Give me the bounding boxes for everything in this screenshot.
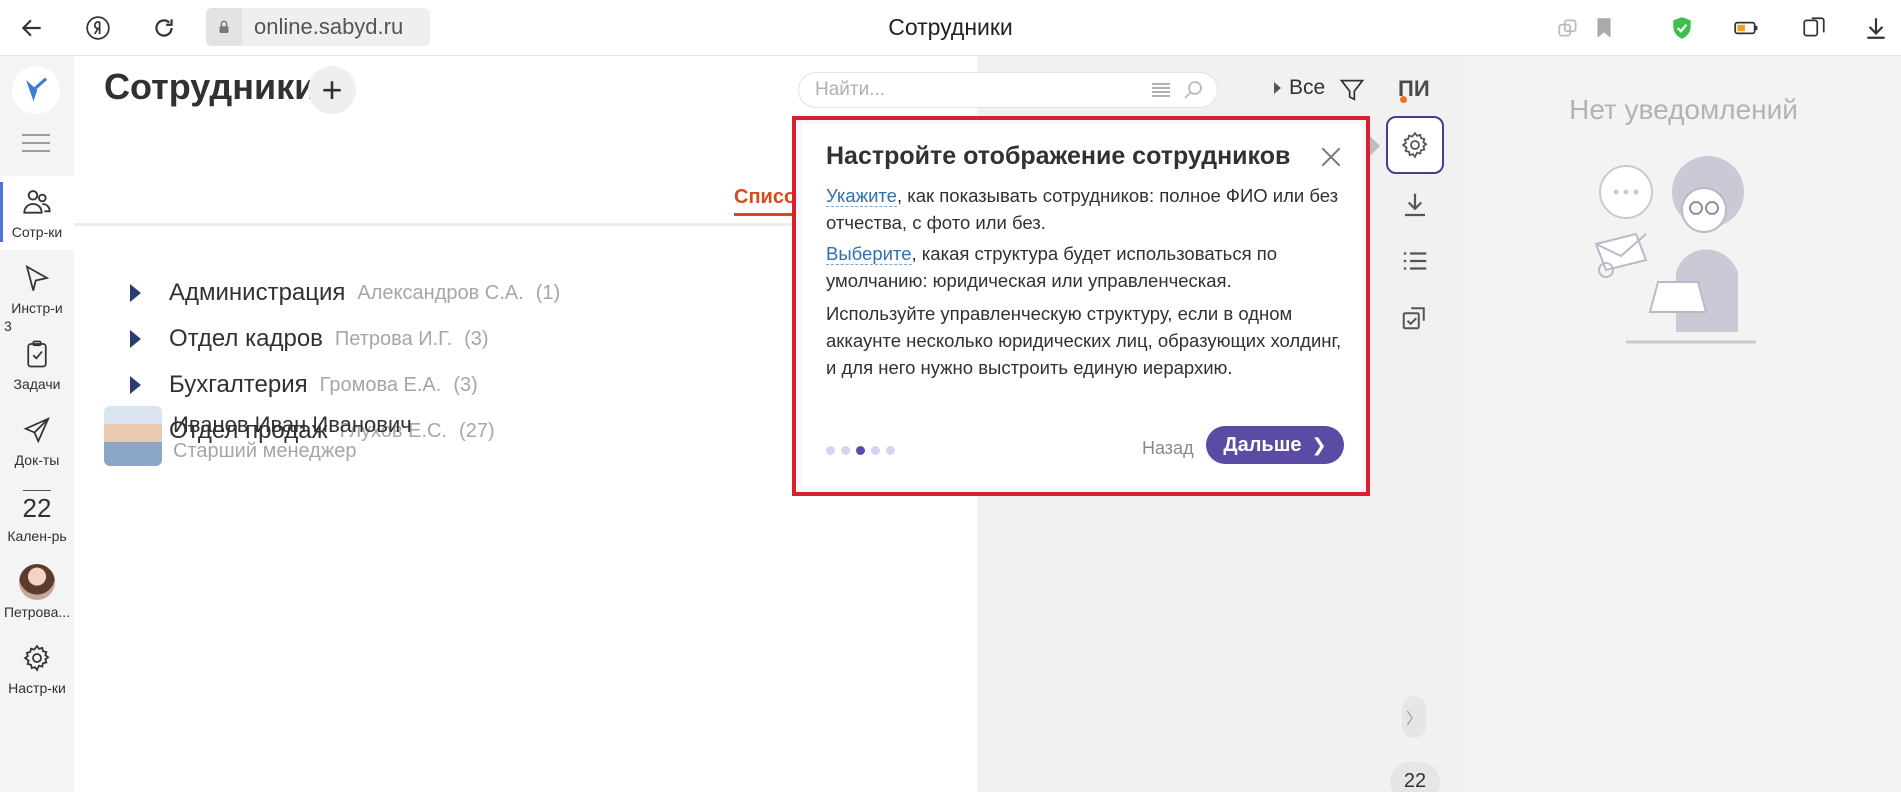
nav-item-documents[interactable]: Док-ты: [0, 404, 74, 478]
shield-icon[interactable]: [1666, 12, 1698, 44]
notifications-panel: Нет уведомлений: [1466, 56, 1901, 792]
link-specify[interactable]: Укажите: [826, 185, 897, 207]
nav-item-tasks[interactable]: Задачи: [0, 328, 74, 402]
search-icon[interactable]: [1177, 78, 1209, 102]
popup-paragraph-2: Выберите, какая структура будет использо…: [826, 243, 1278, 291]
people-icon: [19, 184, 55, 220]
battery-icon[interactable]: [1730, 12, 1762, 44]
caret-right-icon: [1274, 82, 1281, 94]
export-download-button[interactable]: [1386, 176, 1444, 234]
list-view-button[interactable]: [1386, 232, 1444, 290]
checkbox-multi-icon: [1402, 307, 1425, 330]
paper-plane-icon: [19, 412, 55, 448]
employee-photo[interactable]: [104, 406, 162, 466]
step-dot[interactable]: [841, 446, 850, 455]
chevron-right-icon: ❯: [1311, 434, 1327, 455]
page-title: Сотрудники: [104, 66, 317, 107]
filter-icon[interactable]: [1338, 76, 1366, 104]
step-dot[interactable]: [826, 446, 835, 455]
tools-icon: [19, 260, 55, 296]
department-row[interactable]: Отдел кадров Петрова И.Г. (3): [130, 324, 489, 354]
popup-title: Настройте отображение сотрудников: [826, 142, 1291, 170]
clipboard-check-icon: [19, 336, 55, 372]
expand-triangle-icon[interactable]: [130, 284, 141, 302]
nav-item-calendar[interactable]: 22 Кален-рь: [0, 480, 74, 554]
filter-all-toggle[interactable]: Все: [1274, 76, 1325, 100]
step-dot[interactable]: [871, 446, 880, 455]
collections-icon[interactable]: [1798, 12, 1830, 44]
gear-icon: [19, 640, 55, 676]
panel-toggle-button[interactable]: 〉: [1402, 696, 1426, 738]
step-indicator: [826, 446, 901, 455]
step-dot-active[interactable]: [856, 446, 865, 455]
popup-paragraph-3: Используйте управленческую структуру, ес…: [826, 303, 1342, 378]
search-input[interactable]: Найти...: [798, 72, 1218, 108]
popup-paragraph-1: Укажите, как показывать сотрудников: пол…: [826, 185, 1339, 233]
browser-toolbar: online.sabyd.ru Сотрудники: [0, 0, 1901, 56]
download-icon: [1405, 193, 1425, 217]
nav-item-tools[interactable]: Инстр-и: [0, 252, 74, 326]
employee-position: Старший менеджер: [173, 440, 357, 462]
department-row[interactable]: Администрация Александров С.А. (1): [130, 278, 560, 308]
expand-triangle-icon[interactable]: [130, 376, 141, 394]
onboarding-popup: Настройте отображение сотрудников Укажит…: [792, 116, 1370, 496]
link-choose[interactable]: Выберите: [826, 243, 912, 265]
notifications-empty-text: Нет уведомлений: [1569, 94, 1798, 125]
empty-notifications-illustration: [1594, 156, 1756, 344]
nav-item-settings[interactable]: Настр-ки: [0, 632, 74, 706]
list-icon[interactable]: [1145, 78, 1177, 102]
logo-icon[interactable]: [12, 66, 60, 114]
department-row[interactable]: Бухгалтерия Громова Е.А. (3): [130, 370, 478, 400]
display-settings-button[interactable]: [1386, 116, 1444, 174]
back-button[interactable]: Назад: [1142, 438, 1194, 459]
left-navigation: Сотр-ки Инстр-и 3 Задачи Док-ты 22 Кален…: [0, 56, 74, 792]
reload-icon[interactable]: [148, 12, 180, 44]
lock-icon: [206, 8, 242, 46]
step-dot[interactable]: [886, 446, 895, 455]
avatar: [19, 564, 55, 600]
nav-item-employees[interactable]: Сотр-ки: [0, 176, 74, 250]
download-icon[interactable]: [1860, 12, 1892, 44]
bookmark-icon[interactable]: [1588, 12, 1620, 44]
menu-icon[interactable]: [22, 134, 50, 158]
search-placeholder: Найти...: [815, 79, 886, 100]
url-text: online.sabyd.ru: [254, 14, 404, 39]
gear-icon: [1401, 131, 1428, 159]
list-icon: [1403, 252, 1427, 270]
add-employee-button[interactable]: +: [308, 66, 356, 114]
expand-triangle-icon[interactable]: [130, 330, 141, 348]
nav-item-profile[interactable]: Петрова...: [0, 556, 74, 630]
back-arrow-icon[interactable]: [16, 12, 48, 44]
close-icon[interactable]: [1318, 144, 1344, 170]
mass-select-button[interactable]: [1386, 288, 1444, 346]
tabs-icon[interactable]: [1552, 12, 1584, 44]
calendar-icon: 22: [19, 488, 55, 524]
yandex-icon[interactable]: [82, 12, 114, 44]
address-bar[interactable]: online.sabyd.ru: [206, 8, 430, 46]
popup-pointer: [1370, 136, 1380, 156]
employee-name[interactable]: Иванов Иван Иванович: [173, 412, 412, 438]
notification-count-badge[interactable]: 22: [1390, 762, 1440, 792]
notification-dot: [1400, 96, 1407, 103]
next-button[interactable]: Дальше ❯: [1206, 426, 1344, 464]
